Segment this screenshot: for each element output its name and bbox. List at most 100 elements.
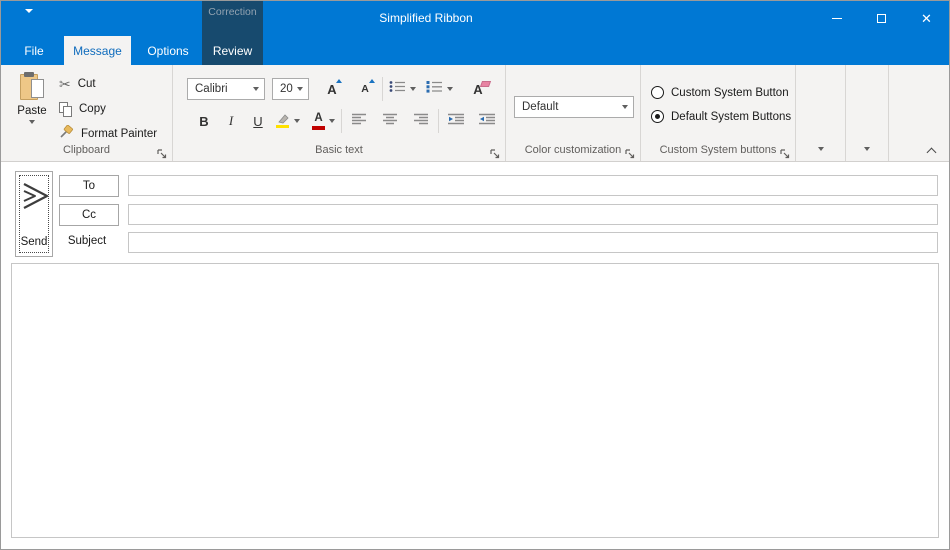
color-theme-combobox[interactable]: Default bbox=[514, 96, 634, 118]
font-color-icon: A bbox=[312, 112, 325, 130]
font-color-button[interactable]: A bbox=[312, 109, 335, 133]
collapsed-group bbox=[846, 65, 889, 161]
copy-button[interactable]: Copy bbox=[59, 100, 106, 118]
cc-input[interactable] bbox=[128, 204, 938, 225]
maximize-button[interactable] bbox=[859, 1, 904, 36]
minimize-button[interactable] bbox=[814, 1, 859, 36]
basic-text-group: Calibri 20 A A bbox=[173, 65, 506, 161]
align-center-icon bbox=[383, 112, 398, 130]
chevron-down-icon bbox=[622, 105, 628, 109]
compose-header: Send To Cc Subject bbox=[1, 163, 949, 263]
window-controls: ✕ bbox=[814, 1, 949, 36]
text-highlight-button[interactable] bbox=[275, 109, 300, 133]
send-button[interactable]: Send bbox=[15, 171, 53, 257]
format-painter-button[interactable]: Format Painter bbox=[59, 125, 157, 143]
increase-indent-icon bbox=[479, 112, 496, 130]
format-painter-icon bbox=[59, 125, 74, 144]
color-customization-group-label: Color customization bbox=[506, 144, 640, 159]
ribbon-tab-bar: File Message Options bbox=[1, 36, 949, 65]
chevron-down-icon bbox=[818, 147, 824, 151]
decrease-indent-icon bbox=[448, 112, 465, 130]
align-left-button[interactable] bbox=[348, 109, 370, 133]
color-customization-dialog-launcher[interactable] bbox=[625, 147, 636, 158]
subject-input[interactable] bbox=[128, 232, 938, 253]
grow-font-button[interactable]: A bbox=[321, 77, 343, 101]
custom-system-button-radio[interactable]: Custom System Button bbox=[651, 86, 789, 99]
chevron-down-icon bbox=[864, 147, 870, 151]
customize-quick-access-toolbar-icon[interactable] bbox=[25, 13, 37, 31]
chevron-down-icon bbox=[447, 87, 453, 91]
font-name-combobox[interactable]: Calibri bbox=[187, 78, 265, 100]
shrink-font-icon: A bbox=[361, 83, 369, 96]
tab-file[interactable]: File bbox=[11, 36, 57, 65]
collapsed-group-dropdown[interactable] bbox=[846, 147, 888, 151]
basic-text-group-label: Basic text bbox=[173, 144, 505, 159]
decrease-indent-button[interactable] bbox=[445, 109, 467, 133]
basic-text-dialog-launcher[interactable] bbox=[490, 147, 501, 158]
send-icon bbox=[21, 182, 49, 217]
radio-checked-icon bbox=[651, 110, 664, 123]
chevron-down-icon bbox=[294, 119, 300, 123]
paste-dropdown-icon bbox=[29, 120, 35, 124]
to-input[interactable] bbox=[128, 175, 938, 196]
tab-review[interactable]: Review bbox=[202, 44, 263, 58]
mail-compose-window: Simplified Ribbon ✕ File Message Options… bbox=[0, 0, 950, 550]
paste-label: Paste bbox=[17, 105, 46, 117]
color-customization-group: Default Color customization bbox=[506, 65, 641, 161]
collapse-ribbon-button[interactable] bbox=[928, 146, 937, 155]
chevron-down-icon bbox=[297, 87, 303, 91]
underline-button[interactable]: U bbox=[247, 109, 269, 133]
shrink-font-button[interactable]: A bbox=[354, 77, 376, 101]
cut-button[interactable]: ✂ Cut bbox=[59, 75, 96, 93]
clipboard-group: Paste ✂ Cut Copy Format Painter Clipboar… bbox=[1, 65, 173, 161]
clipboard-group-label: Clipboard bbox=[1, 144, 172, 159]
paste-icon bbox=[20, 73, 44, 101]
subject-label: Subject bbox=[56, 235, 118, 247]
titlebar: Simplified Ribbon ✕ bbox=[1, 1, 949, 36]
clipboard-dialog-launcher[interactable] bbox=[157, 147, 168, 158]
align-left-icon bbox=[352, 112, 367, 130]
numbered-list-icon bbox=[426, 80, 443, 98]
bold-button[interactable]: B bbox=[193, 109, 215, 133]
increase-indent-button[interactable] bbox=[476, 109, 498, 133]
tab-options[interactable]: Options bbox=[136, 36, 200, 65]
highlighter-icon bbox=[275, 114, 290, 129]
bullets-button[interactable] bbox=[389, 77, 416, 101]
cc-button[interactable]: Cc bbox=[59, 204, 119, 226]
custom-system-buttons-group-label: Custom System buttons bbox=[641, 144, 795, 159]
chevron-down-icon bbox=[410, 87, 416, 91]
cut-icon: ✂ bbox=[59, 77, 71, 91]
minimize-icon bbox=[832, 18, 842, 19]
chevron-down-icon bbox=[329, 119, 335, 123]
clear-formatting-button[interactable]: A bbox=[467, 77, 489, 101]
copy-icon bbox=[59, 102, 72, 117]
font-size-combobox[interactable]: 20 bbox=[272, 78, 309, 100]
bullet-list-icon bbox=[389, 80, 406, 98]
chevron-down-icon bbox=[253, 87, 259, 91]
message-body-input[interactable] bbox=[11, 263, 939, 538]
paste-button[interactable]: Paste bbox=[9, 73, 55, 143]
correction-overlay: Correction Review bbox=[202, 1, 263, 65]
to-button[interactable]: To bbox=[59, 175, 119, 197]
ribbon: Paste ✂ Cut Copy Format Painter Clipboar… bbox=[1, 65, 949, 162]
correction-label: Correction bbox=[202, 6, 263, 18]
collapsed-group-dropdown[interactable] bbox=[796, 147, 845, 151]
maximize-icon bbox=[877, 14, 886, 23]
custom-system-buttons-dialog-launcher[interactable] bbox=[780, 147, 791, 158]
chevron-up-icon bbox=[927, 148, 937, 158]
default-system-buttons-radio[interactable]: Default System Buttons bbox=[651, 110, 791, 123]
align-right-icon bbox=[414, 112, 429, 130]
ribbon-right-area bbox=[889, 65, 949, 161]
window-title: Simplified Ribbon bbox=[331, 1, 521, 36]
close-button[interactable]: ✕ bbox=[904, 1, 949, 36]
radio-unchecked-icon bbox=[651, 86, 664, 99]
collapsed-group bbox=[796, 65, 846, 161]
align-center-button[interactable] bbox=[379, 109, 401, 133]
align-right-button[interactable] bbox=[410, 109, 432, 133]
tab-message[interactable]: Message bbox=[64, 36, 131, 65]
grow-font-icon: A bbox=[327, 83, 336, 96]
numbering-button[interactable] bbox=[426, 77, 453, 101]
italic-button[interactable]: I bbox=[220, 109, 242, 133]
close-icon: ✕ bbox=[921, 11, 932, 27]
custom-system-buttons-group: Custom System Button Default System Butt… bbox=[641, 65, 796, 161]
